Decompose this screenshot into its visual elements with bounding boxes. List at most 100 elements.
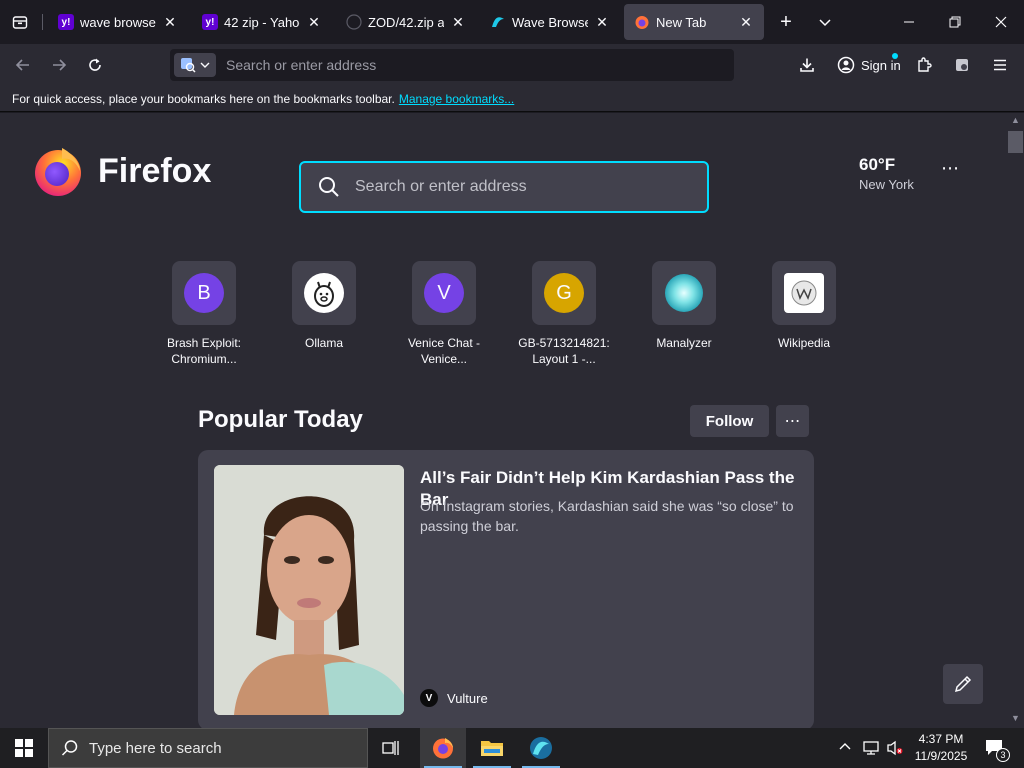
url-bar[interactable] [170,49,734,81]
top-site-brash-exploit[interactable]: B Brash Exploit: Chromium... [149,261,259,367]
section-title: Popular Today [198,406,363,433]
close-window-button[interactable] [978,0,1024,44]
tab-42-zip-search[interactable]: y! 42 zip - Yahoo S ✕ [192,4,332,40]
show-hidden-icons-button[interactable] [838,740,854,756]
story-thumbnail [214,465,404,715]
search-engine-selector[interactable] [174,53,216,77]
pencil-icon [954,675,972,693]
top-site-tile[interactable] [292,261,356,325]
tab-title: ZOD/42.zip at m [368,14,444,30]
letter-icon: V [424,273,464,313]
windows-taskbar: 4:37 PM 11/9/2025 3 [0,728,1024,768]
firefox-icon [433,738,453,759]
start-button[interactable] [0,728,48,768]
taskbar-search-input[interactable] [79,739,367,757]
tab-title: New Tab [656,14,707,30]
taskbar-file-explorer[interactable] [469,728,515,768]
task-view-icon [382,741,399,755]
restore-icon [949,16,961,28]
network-icon [863,741,879,755]
volume-button[interactable] [886,740,904,756]
volume-muted-icon [887,740,903,756]
url-input[interactable] [216,57,734,73]
downloads-button[interactable] [792,50,822,80]
list-tabs-chevron-icon[interactable] [811,6,839,38]
newtab-search-box[interactable] [299,161,709,213]
top-site-label: Manalyzer [656,336,712,350]
close-tab-icon[interactable]: ✕ [162,14,178,30]
tab-new-tab[interactable]: New Tab ✕ [624,4,764,40]
top-site-label: Ollama [304,336,343,350]
download-icon [800,58,814,72]
newtab-search-input[interactable] [341,178,707,196]
firefox-wordmark: Firefox [98,151,212,190]
notification-dot [892,53,898,59]
github-icon [346,14,362,30]
top-site-tile[interactable]: G [532,261,596,325]
scroll-up-arrow-icon[interactable]: ▲ [1011,115,1020,125]
weather-more-options-button[interactable]: ⋯ [938,159,962,185]
top-site-wikipedia[interactable]: Wikipedia [749,261,859,351]
top-site-ollama[interactable]: Ollama [269,261,379,351]
tab-wave-browser-search[interactable]: y! wave browser - Y ✕ [48,4,188,40]
follow-button[interactable]: Follow [690,405,769,437]
tab-title: 42 zip - Yahoo S [224,14,300,30]
tab-github-zod[interactable]: ZOD/42.zip at m ✕ [336,4,476,40]
section-more-options-button[interactable]: ⋯ [776,405,809,437]
close-tab-icon[interactable]: ✕ [594,14,610,30]
top-site-label: Brash Exploit: Chromium... [149,335,259,367]
back-arrow-icon [15,59,29,71]
scroll-down-arrow-icon[interactable]: ▼ [1011,713,1020,723]
top-site-gb-layout[interactable]: G GB-5713214821: Layout 1 -... [509,261,619,367]
top-site-tile[interactable]: B [172,261,236,325]
taskbar-firefox[interactable] [420,728,466,768]
task-view-button[interactable] [368,728,414,768]
sign-in-button[interactable]: Sign in [829,50,903,80]
minimize-icon [904,21,914,23]
firefox-icon [634,14,650,30]
top-site-tile[interactable]: V [412,261,476,325]
restore-button[interactable] [932,0,978,44]
label-line: Venice... [420,352,468,366]
notification-count-badge: 3 [996,748,1010,762]
manalyzer-icon [665,274,703,312]
label-line: Brash Exploit: [166,336,242,350]
forward-button[interactable] [44,50,74,80]
label-line: Chromium... [171,352,237,366]
back-button[interactable] [8,50,38,80]
manage-bookmarks-link[interactable]: Manage bookmarks... [399,92,514,106]
close-tab-icon[interactable]: ✕ [306,14,322,30]
taskbar-search-box[interactable] [48,728,368,768]
clock-time: 4:37 PM [918,732,964,746]
close-tab-icon[interactable]: ✕ [450,14,466,30]
action-center-button[interactable]: 3 [980,728,1010,768]
top-site-label: Wikipedia [777,336,831,350]
tab-wave-browser[interactable]: Wave Browser | T ✕ [480,4,620,40]
top-site-venice-chat[interactable]: V Venice Chat - Venice... [389,261,499,367]
forward-arrow-icon [53,59,67,71]
publisher-name: Vulture [447,690,488,706]
system-clock[interactable]: 4:37 PM 11/9/2025 [906,731,976,765]
reload-button[interactable] [80,50,110,80]
extension-button[interactable] [947,50,977,80]
story-card[interactable]: All’s Fair Didn’t Help Kim Kardashian Pa… [198,450,814,728]
top-site-tile[interactable] [772,261,836,325]
taskbar-wave-browser[interactable] [518,728,564,768]
app-menu-button[interactable] [985,50,1015,80]
network-button[interactable] [862,740,880,756]
list-all-tabs-button[interactable] [4,6,36,38]
customize-button[interactable] [943,664,983,704]
clock-date: 11/9/2025 [914,749,968,763]
label-line: Layout 1 -... [532,352,596,366]
vertical-scrollbar[interactable]: ▲ ▼ [1007,113,1024,728]
extensions-button[interactable] [909,50,939,80]
search-engine-icon [181,58,196,73]
weather-widget[interactable]: 60°F New York [859,155,914,192]
top-site-manalyzer[interactable]: Manalyzer [629,261,739,351]
scrollbar-thumb[interactable] [1008,131,1023,153]
minimize-button[interactable] [886,0,932,44]
top-site-tile[interactable] [652,261,716,325]
tab-separator [42,14,43,30]
new-tab-button[interactable]: + [772,6,800,38]
close-tab-icon[interactable]: ✕ [738,14,754,30]
